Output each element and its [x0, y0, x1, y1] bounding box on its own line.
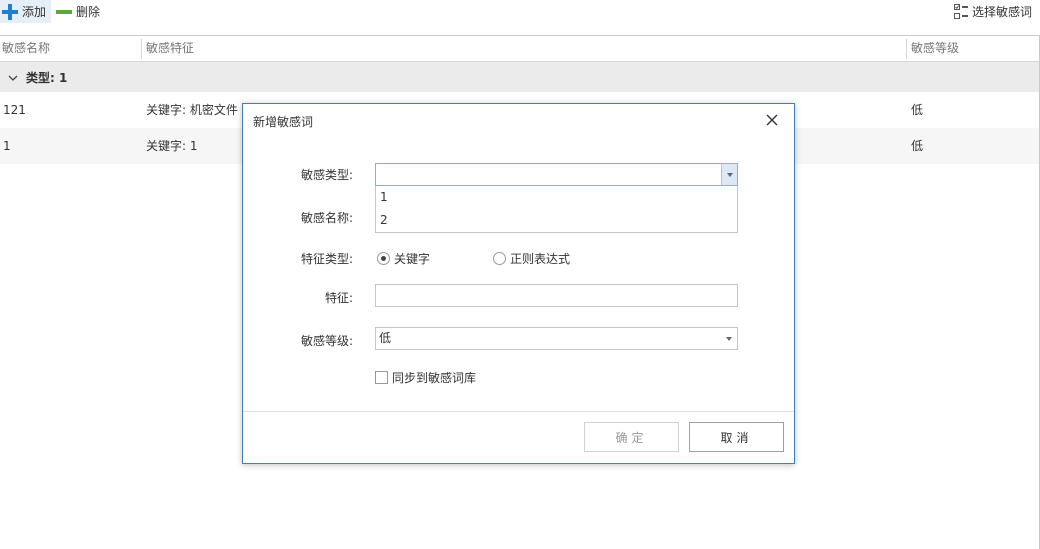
- close-icon[interactable]: [764, 112, 780, 128]
- column-divider[interactable]: [906, 39, 907, 59]
- chevron-down-icon[interactable]: [721, 164, 737, 185]
- name-label: 敏感名称:: [300, 211, 353, 225]
- column-header-feature[interactable]: 敏感特征: [144, 36, 904, 61]
- column-header-level[interactable]: 敏感等级: [909, 36, 1037, 61]
- toolbar: 添加 删除 选择敏感词: [0, 0, 1040, 24]
- column-divider[interactable]: [141, 39, 142, 59]
- cell-level: 低: [911, 103, 924, 117]
- cancel-button[interactable]: 取消: [689, 422, 784, 452]
- chevron-down-icon[interactable]: [721, 328, 737, 349]
- cell-feature: 关键字: 1: [146, 139, 198, 153]
- sync-checkbox[interactable]: 同步到敏感词库: [375, 369, 476, 386]
- checklist-icon: [953, 3, 968, 20]
- chevron-down-icon[interactable]: [8, 72, 18, 82]
- level-label: 敏感等级:: [300, 334, 353, 348]
- radio-label: 关键字: [394, 252, 431, 266]
- type-label: 敏感类型:: [300, 168, 353, 182]
- ok-button[interactable]: 确定: [584, 422, 679, 452]
- type-select[interactable]: [375, 163, 738, 186]
- cell-feature: 关键字: 机密文件: [146, 103, 238, 117]
- group-label: 类型: 1: [26, 70, 68, 85]
- add-label: 添加: [22, 5, 47, 19]
- dropdown-option[interactable]: 1: [376, 186, 737, 209]
- minus-icon: [56, 9, 72, 14]
- add-button[interactable]: 添加: [0, 0, 51, 23]
- select-words-button[interactable]: 选择敏感词: [952, 0, 1034, 23]
- feature-type-label: 特征类型:: [300, 252, 353, 266]
- checkbox-box[interactable]: [375, 371, 388, 384]
- type-dropdown-list: 1 2: [375, 186, 738, 233]
- radio-label: 正则表达式: [510, 252, 571, 266]
- dropdown-option[interactable]: 2: [376, 209, 737, 232]
- feature-input[interactable]: [375, 284, 738, 307]
- level-value: 低: [379, 331, 392, 345]
- delete-button[interactable]: 删除: [54, 0, 104, 23]
- radio-circle[interactable]: [493, 252, 506, 265]
- delete-label: 删除: [76, 5, 101, 19]
- cell-level: 低: [911, 139, 924, 153]
- footer-divider: [243, 411, 794, 412]
- grid-header: 敏感名称 敏感特征 敏感等级: [0, 36, 1039, 62]
- level-select[interactable]: 低: [375, 327, 738, 350]
- group-row[interactable]: 类型: 1: [0, 62, 1039, 92]
- radio-regex[interactable]: 正则表达式: [493, 250, 570, 267]
- add-sensitive-word-dialog: 新增敏感词 敏感类型: 敏感名称: 1 2 特征类型: 关键字 正则表达式 特征…: [242, 103, 795, 464]
- radio-keyword[interactable]: 关键字: [377, 250, 430, 267]
- cell-name: 121: [3, 103, 26, 117]
- plus-icon: [2, 3, 18, 20]
- feature-label: 特征:: [324, 291, 353, 305]
- dialog-title: 新增敏感词: [253, 115, 314, 129]
- radio-circle[interactable]: [377, 252, 390, 265]
- column-header-name[interactable]: 敏感名称: [0, 36, 140, 61]
- cell-name: 1: [3, 139, 11, 153]
- sync-label: 同步到敏感词库: [392, 371, 477, 385]
- select-words-label: 选择敏感词: [971, 5, 1032, 19]
